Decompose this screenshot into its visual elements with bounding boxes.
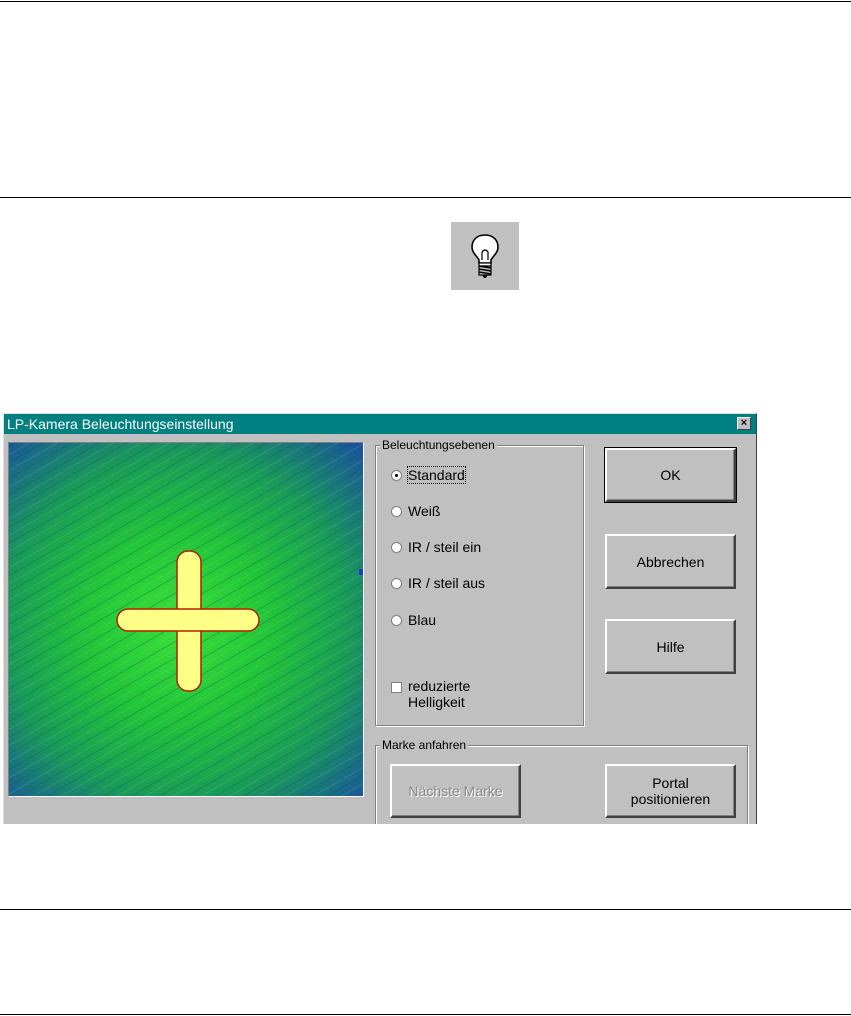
reduced-brightness-checkbox[interactable] bbox=[391, 682, 402, 693]
reduced-brightness-checkbox-row[interactable]: reduzierte Helligkeit bbox=[391, 678, 470, 710]
radio-option-weiss[interactable]: Weiß bbox=[391, 502, 440, 520]
radio-button[interactable] bbox=[391, 577, 402, 589]
ok-button-label: OK bbox=[660, 467, 681, 483]
radio-label: Weiß bbox=[408, 503, 441, 519]
reduced-brightness-label: reduzierte Helligkeit bbox=[408, 678, 470, 710]
page-rule-top bbox=[0, 1, 851, 2]
light-bulb-icon bbox=[471, 234, 499, 278]
lighting-toolbar-button[interactable] bbox=[451, 222, 519, 290]
help-button-label: Hilfe bbox=[656, 638, 685, 655]
radio-button[interactable] bbox=[391, 469, 402, 481]
radio-label: IR / steil aus bbox=[408, 575, 486, 591]
approach-mark-legend: Marke anfahren bbox=[380, 738, 469, 752]
approach-mark-group: Marke anfahren Nächste Marke Portal posi… bbox=[375, 738, 748, 824]
radio-button[interactable] bbox=[391, 541, 402, 553]
page-rule-lower bbox=[0, 909, 851, 910]
page-rule-bottom bbox=[0, 1014, 851, 1015]
ok-button[interactable]: OK bbox=[604, 447, 737, 503]
position-portal-button[interactable]: Portal positionieren bbox=[605, 764, 736, 818]
radio-option-ir-steil-ein[interactable]: IR / steil ein bbox=[391, 538, 481, 556]
camera-image bbox=[9, 443, 363, 796]
reduced-brightness-label-line1: reduzierte bbox=[408, 678, 471, 694]
close-button[interactable]: × bbox=[737, 417, 751, 430]
position-portal-button-label: Portal positionieren bbox=[631, 775, 710, 807]
next-mark-button[interactable]: Nächste Marke bbox=[390, 764, 521, 818]
dialog-title: LP-Kamera Beleuchtungseinstellung bbox=[7, 416, 234, 432]
portal-label-line1: Portal bbox=[652, 775, 689, 791]
lighting-levels-legend: Beleuchtungsebenen bbox=[380, 438, 497, 452]
next-mark-button-label: Nächste Marke bbox=[408, 783, 503, 799]
cancel-button[interactable]: Abbrechen bbox=[605, 534, 736, 589]
radio-label: Blau bbox=[408, 612, 437, 628]
help-button[interactable]: Hilfe bbox=[605, 619, 736, 674]
portal-label-line2: positionieren bbox=[630, 791, 711, 807]
cancel-button-label: Abbrechen bbox=[636, 553, 705, 570]
radio-label: Standard bbox=[407, 466, 466, 484]
radio-label: IR / steil ein bbox=[408, 539, 482, 555]
radio-option-blau[interactable]: Blau bbox=[391, 611, 436, 629]
page-rule-upper bbox=[0, 197, 851, 198]
lighting-levels-group: Beleuchtungsebenen Standard Weiß IR / st… bbox=[375, 438, 584, 726]
radio-option-standard[interactable]: Standard bbox=[391, 466, 466, 484]
close-icon: × bbox=[740, 417, 748, 429]
radio-button[interactable] bbox=[391, 505, 402, 517]
dialog-titlebar[interactable]: LP-Kamera Beleuchtungseinstellung × bbox=[4, 414, 756, 434]
reduced-brightness-label-line2: Helligkeit bbox=[408, 694, 465, 710]
radio-button[interactable] bbox=[391, 614, 402, 626]
radio-option-ir-steil-aus[interactable]: IR / steil aus bbox=[391, 574, 485, 592]
camera-preview bbox=[8, 442, 364, 797]
lighting-settings-dialog: LP-Kamera Beleuchtungseinstellung × Bele… bbox=[3, 413, 757, 824]
